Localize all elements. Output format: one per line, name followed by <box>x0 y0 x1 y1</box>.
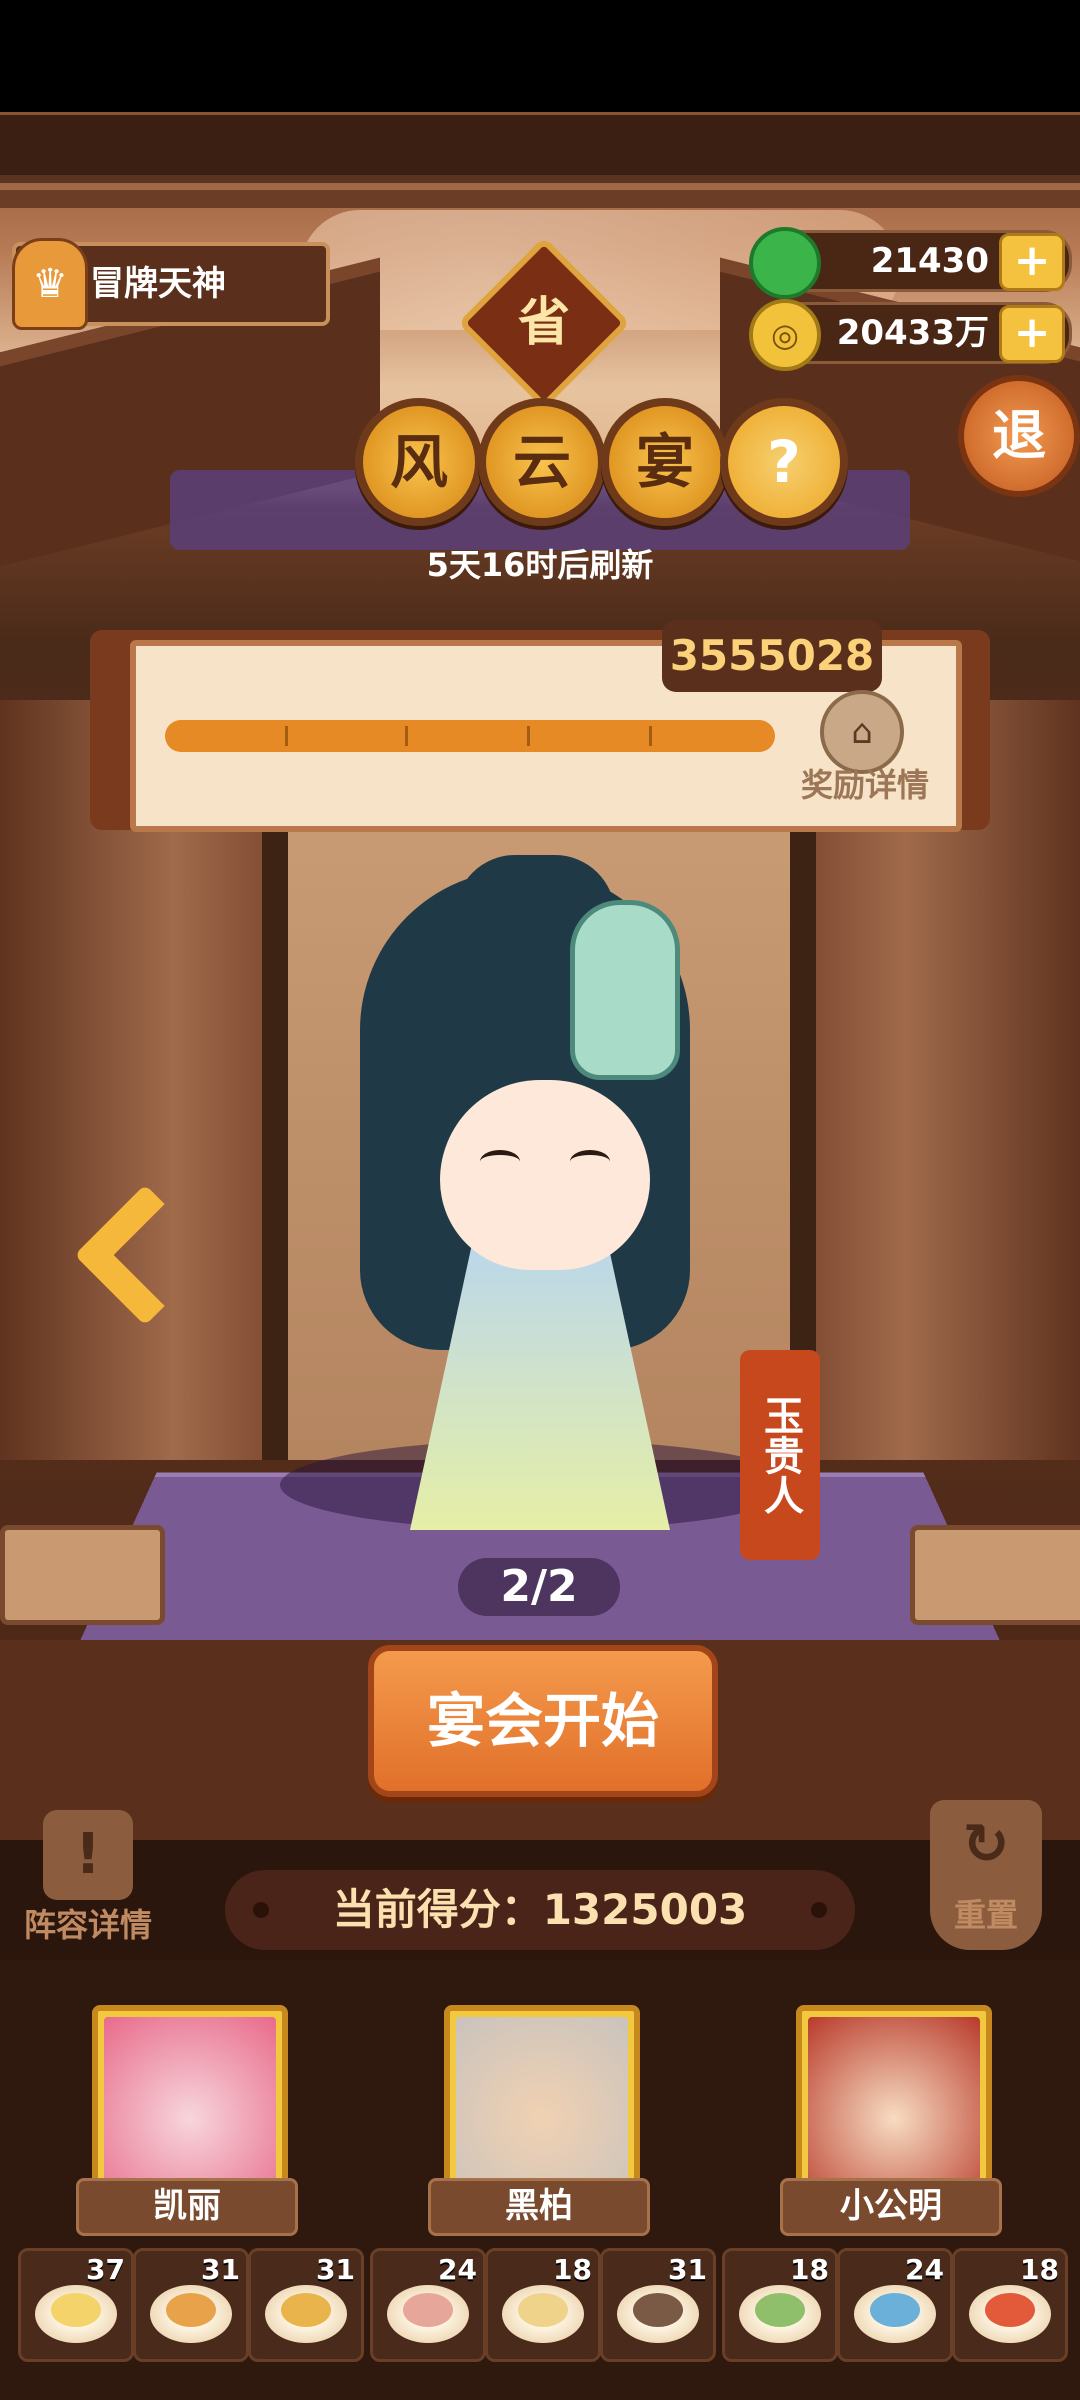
status-bar <box>0 0 1080 112</box>
reward-details-label[interactable]: 奖励详情 <box>795 760 935 806</box>
dish-count: 37 <box>86 2253 125 2286</box>
dish-count: 18 <box>790 2253 829 2286</box>
dish-slot[interactable]: 31 <box>600 2248 716 2362</box>
exit-button[interactable]: 退 <box>958 375 1080 497</box>
roof-beam-lower <box>0 190 1080 208</box>
coin-currency: ◎ 20433万 + <box>749 299 1072 371</box>
progress-tick <box>527 726 530 746</box>
dish-slot[interactable]: 37 <box>18 2248 134 2362</box>
player-title: 冒牌天神 <box>90 264 226 304</box>
refresh-countdown: 5天16时后刷新 <box>426 546 654 584</box>
dish-slot[interactable]: 31 <box>248 2248 364 2362</box>
hero-name: 凯丽 <box>76 2178 298 2236</box>
pillar-left <box>262 820 288 1460</box>
dish-food-icon <box>633 2293 683 2327</box>
dish-food-icon <box>870 2293 920 2327</box>
dish-food-icon <box>985 2293 1035 2327</box>
coin-amount: 20433万 <box>836 313 989 353</box>
dish-slot[interactable]: 24 <box>837 2248 953 2362</box>
target-score-badge: 3555028 <box>662 620 882 692</box>
hero-card[interactable] <box>444 2005 640 2192</box>
bench-right <box>910 1525 1080 1625</box>
coin-icon: ◎ <box>749 299 821 371</box>
dish-food-icon <box>518 2293 568 2327</box>
hero-portrait <box>808 2017 980 2186</box>
hero-card[interactable] <box>92 2005 288 2192</box>
character-eye-left <box>480 1150 520 1173</box>
jade-hairpin <box>570 900 680 1080</box>
current-score-label: 当前得分：1325003 <box>332 1885 748 1934</box>
dish-count: 24 <box>905 2253 944 2286</box>
current-score: 当前得分：1325003 <box>225 1870 855 1950</box>
character-face <box>440 1080 650 1270</box>
pill-dot-right <box>811 1902 827 1918</box>
help-button[interactable]: ? <box>720 398 848 526</box>
reset-label: 重置 <box>953 1896 1018 1934</box>
dish-food-icon <box>281 2293 331 2327</box>
dish-count: 24 <box>438 2253 477 2286</box>
dish-food-icon <box>51 2293 101 2327</box>
add-jade-button[interactable]: + <box>999 233 1065 291</box>
hero-portrait <box>104 2017 276 2186</box>
page-indicator: 2/2 <box>458 1558 620 1616</box>
progress-tick <box>285 726 288 746</box>
jade-amount: 21430 <box>870 241 989 281</box>
add-coin-button[interactable]: + <box>999 305 1065 363</box>
start-banquet-button[interactable]: 宴会开始 <box>368 1645 718 1797</box>
dish-food-icon <box>755 2293 805 2327</box>
lineup-details-label: 阵容详情 <box>23 1906 152 1944</box>
dish-slot[interactable]: 18 <box>722 2248 838 2362</box>
dish-count: 31 <box>668 2253 707 2286</box>
event-title-char-1: 风 <box>355 398 483 526</box>
jade-currency: 21430 + <box>749 227 1072 299</box>
dish-slot[interactable]: 24 <box>370 2248 486 2362</box>
reset-button[interactable]: ↻ 重置 <box>930 1800 1042 1950</box>
hero-portrait <box>456 2017 628 2186</box>
dish-slot[interactable]: 18 <box>485 2248 601 2362</box>
progress-tick <box>649 726 652 746</box>
dish-slot[interactable]: 31 <box>133 2248 249 2362</box>
bench-left <box>0 1525 165 1625</box>
chef-icon: ♛ <box>12 238 88 330</box>
dish-count: 18 <box>553 2253 592 2286</box>
hero-name: 小公明 <box>780 2178 1002 2236</box>
character-eye-right <box>570 1150 610 1173</box>
jade-icon <box>749 227 821 299</box>
pill-dot-left <box>253 1902 269 1918</box>
event-title-char-3: 宴 <box>601 398 729 526</box>
player-title-chip[interactable]: ♛ 冒牌天神 <box>12 238 330 330</box>
exclamation-icon: ! <box>43 1810 133 1900</box>
lineup-details-button[interactable]: ! 阵容详情 <box>8 1810 168 1944</box>
dish-food-icon <box>166 2293 216 2327</box>
hero-name: 黑柏 <box>428 2178 650 2236</box>
dish-count: 18 <box>1020 2253 1059 2286</box>
dish-count: 31 <box>316 2253 355 2286</box>
dish-count: 31 <box>201 2253 240 2286</box>
roof-beam <box>0 115 1080 183</box>
hero-card[interactable] <box>796 2005 992 2192</box>
character-name-tag: 玉贵人 <box>740 1350 820 1560</box>
refresh-icon: ↻ <box>962 1812 1010 1877</box>
event-title-char-2: 云 <box>478 398 606 526</box>
progress-bar <box>165 720 775 752</box>
province-label: 省 <box>517 293 570 353</box>
dish-food-icon <box>403 2293 453 2327</box>
dish-slot[interactable]: 18 <box>952 2248 1068 2362</box>
progress-tick <box>405 726 408 746</box>
